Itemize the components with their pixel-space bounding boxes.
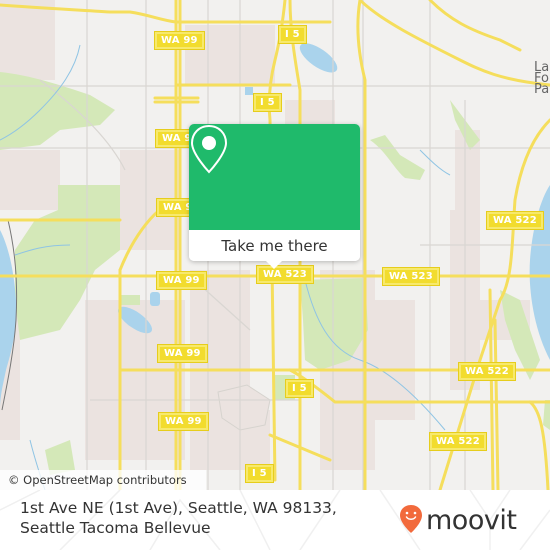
road-shield-wa99: WA 99 [154,31,205,50]
popup-header [189,124,360,230]
place-label-lake-forest-park: La Fo Pa [534,61,550,97]
road-shield-i5: I 5 [285,379,314,398]
moovit-logo[interactable]: moovit [399,499,539,539]
popup-tail [265,260,283,269]
moovit-wordmark: moovit [426,504,517,536]
road-shield-wa522: WA 522 [458,362,516,381]
road-shield-i5: I 5 [253,93,282,112]
footer: 1st Ave NE (1st Ave), Seattle, WA 98133,… [0,490,550,550]
map-pin-icon [190,124,228,174]
road-shield-wa99: WA 99 [158,412,209,431]
take-me-there-button[interactable]: Take me there [189,230,360,261]
location-popup: Take me there [189,124,360,269]
road-shield-wa523: WA 523 [382,267,440,286]
address-text: 1st Ave NE (1st Ave), Seattle, WA 98133,… [20,499,337,537]
road-shield-wa99: WA 99 [156,271,207,290]
road-shield-wa522: WA 522 [486,211,544,230]
map-view[interactable]: WA 99 I 5 I 5 WA 99 WA 99 WA 99 WA 523 W… [0,0,550,490]
map-attribution[interactable]: © OpenStreetMap contributors [0,470,206,490]
place-label-line: Pa [534,82,550,97]
road-shield-i5: I 5 [245,464,274,483]
road-shield-i5: I 5 [278,25,307,44]
moovit-pin-icon [400,505,422,533]
road-shield-wa99: WA 99 [157,344,208,363]
road-shield-wa522: WA 522 [429,432,487,451]
